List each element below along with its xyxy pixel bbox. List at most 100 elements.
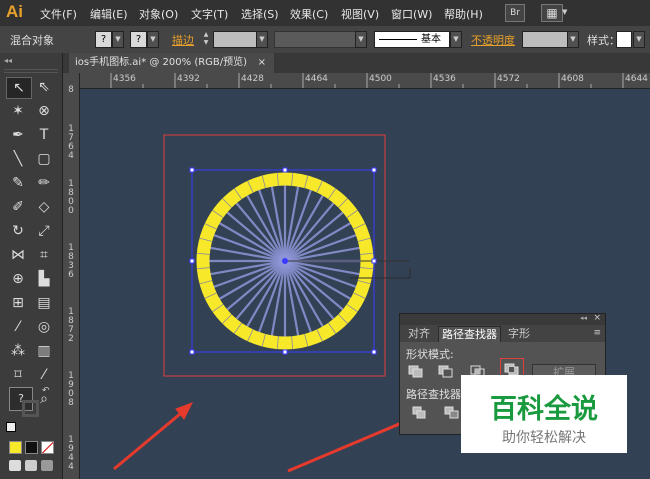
rounded-rectangle-tool-icon[interactable]: ▢ <box>32 149 56 169</box>
profile-dropdown[interactable]: ▼ <box>355 31 367 48</box>
red-arrow <box>113 402 194 471</box>
gradient-tool-icon[interactable]: ▤ <box>32 293 56 313</box>
ruler-tick: 1944 <box>68 435 74 472</box>
ruler-tick: 4644 <box>625 74 648 84</box>
document-title: ios手机图标.ai* @ 200% (RGB/预览) <box>75 57 248 68</box>
divide-icon[interactable] <box>412 406 428 420</box>
menu-object[interactable]: 对象(O) <box>139 6 178 22</box>
symbol-sprayer-tool-icon[interactable]: ⁂ <box>6 341 30 361</box>
slice-tool-icon[interactable]: ⁄ <box>32 365 56 385</box>
stroke-stepper[interactable]: ▲ ▼ <box>201 31 211 48</box>
center-point <box>282 258 288 264</box>
brush-dropdown[interactable]: ▼ <box>450 31 462 48</box>
object-type-label: 混合对象 <box>10 34 54 47</box>
shape-modes-label: 形状模式: <box>406 348 454 361</box>
panel-menu-icon[interactable]: ≡ <box>593 328 601 338</box>
free-transform-tool-icon[interactable]: ⌗ <box>32 245 56 265</box>
variable-width-profile[interactable] <box>274 31 356 48</box>
menu-file[interactable]: 文件(F) <box>40 6 77 22</box>
shape-builder-tool-icon[interactable]: ⊕ <box>6 269 30 289</box>
tools-panel: ◂◂ ↖ ⇖ ✶ ⊗ ✒ T ╲ ▢ ✎ ✏ ✐ ◇ ↻ ⤢ ⋈ ⌗ ⊕ ▙ ⊞… <box>0 53 63 479</box>
trim-icon[interactable] <box>444 406 460 420</box>
direct-selection-tool-icon[interactable]: ⇖ <box>32 77 56 97</box>
bridge-button[interactable]: Br <box>505 4 525 22</box>
blob-brush-tool-icon[interactable]: ✐ <box>6 197 30 217</box>
ruler-tick: 1800 <box>68 179 74 216</box>
eraser-tool-icon[interactable]: ◇ <box>32 197 56 217</box>
scale-tool-icon[interactable]: ⤢ <box>32 221 56 241</box>
none-mode-icon[interactable] <box>41 441 54 454</box>
ruler-tick: 4428 <box>241 74 264 84</box>
menu-select[interactable]: 选择(S) <box>241 6 279 22</box>
selection-tool-icon[interactable]: ↖ <box>6 77 32 99</box>
color-mode-icon[interactable] <box>9 441 22 454</box>
stroke-weight-dropdown[interactable]: ▼ <box>256 31 268 48</box>
artboard-tool-icon[interactable]: ⌑ <box>6 365 30 385</box>
collapse-icon[interactable]: ◂◂ <box>580 314 587 322</box>
arrange-documents-button[interactable]: ▦ <box>541 4 563 22</box>
tab-align[interactable]: 对齐 <box>408 326 430 341</box>
menu-effect[interactable]: 效果(C) <box>290 6 328 22</box>
gradient-mode-icon[interactable] <box>25 441 38 454</box>
close-tab-icon[interactable]: × <box>258 53 266 73</box>
menu-help[interactable]: 帮助(H) <box>444 6 483 22</box>
opacity-field[interactable] <box>522 31 568 48</box>
column-graph-tool-icon[interactable]: ▥ <box>32 341 56 361</box>
document-tab[interactable]: ios手机图标.ai* @ 200% (RGB/预览) × <box>69 53 274 73</box>
opacity-dropdown[interactable]: ▼ <box>567 31 579 48</box>
stroke-label[interactable]: 描边 <box>172 32 194 48</box>
tab-pathfinder[interactable]: 路径查找器 <box>438 326 501 342</box>
stroke-swatch[interactable]: ? <box>130 31 147 48</box>
opacity-label[interactable]: 不透明度 <box>471 32 515 48</box>
collapse-panel-icon[interactable]: ◂◂ <box>4 56 12 65</box>
pen-tool-icon[interactable]: ✒ <box>6 125 30 145</box>
pathfinders-label: 路径查找器: <box>406 388 465 401</box>
fill-swatch[interactable]: ? <box>95 31 112 48</box>
tab-glyphs[interactable]: 字形 <box>508 326 530 341</box>
eyedropper-tool-icon[interactable]: ⁄ <box>6 317 30 337</box>
ruler-tick: 8 <box>68 85 74 95</box>
menu-view[interactable]: 视图(V) <box>341 6 379 22</box>
lasso-tool-icon[interactable]: ⊗ <box>32 101 56 121</box>
menu-window[interactable]: 窗口(W) <box>391 6 432 22</box>
rotate-tool-icon[interactable]: ↻ <box>6 221 30 241</box>
minus-front-icon[interactable] <box>438 364 454 379</box>
menu-type[interactable]: 文字(T) <box>191 6 228 22</box>
graphic-style-dropdown[interactable]: ▼ <box>633 31 645 48</box>
mesh-tool-icon[interactable]: ⊞ <box>6 293 30 313</box>
stroke-weight-field[interactable] <box>213 31 257 48</box>
draw-normal-icon[interactable] <box>9 460 21 471</box>
type-tool-icon[interactable]: T <box>32 125 56 145</box>
width-tool-icon[interactable]: ⋈ <box>6 245 30 265</box>
draw-inside-icon[interactable] <box>41 460 53 471</box>
stroke-color-box[interactable] <box>22 400 39 417</box>
arrange-dropdown-icon[interactable]: ▼ <box>562 8 567 16</box>
watermark: 百科全说 助你轻松解决 <box>461 375 627 453</box>
vertical-ruler[interactable]: 8 1764 1800 1836 1872 1908 1944 <box>63 73 80 479</box>
fill-dropdown[interactable]: ▼ <box>112 31 124 48</box>
default-colors-icon[interactable] <box>6 422 16 432</box>
pencil-tool-icon[interactable]: ✏ <box>32 173 56 193</box>
stroke-dropdown[interactable]: ▼ <box>147 31 159 48</box>
draw-behind-icon[interactable] <box>25 460 37 471</box>
horizontal-ruler[interactable]: 4356 4392 4428 4464 4500 4536 4572 4608 … <box>79 73 650 89</box>
blend-tool-icon[interactable]: ◎ <box>32 317 56 337</box>
panel-header[interactable]: ◂◂ × <box>400 313 605 325</box>
paintbrush-tool-icon[interactable]: ✎ <box>6 173 30 193</box>
menu-bar: Ai 文件(F) 编辑(E) 对象(O) 文字(T) 选择(S) 效果(C) 视… <box>0 0 650 26</box>
ruler-tick: 4536 <box>433 74 456 84</box>
watermark-subtitle: 助你轻松解决 <box>502 430 586 446</box>
perspective-grid-tool-icon[interactable]: ▙ <box>32 269 56 289</box>
graphic-style-swatch[interactable] <box>616 31 632 48</box>
menu-edit[interactable]: 编辑(E) <box>90 6 128 22</box>
ruler-tick: 4392 <box>177 74 200 84</box>
ruler-tick: 4356 <box>113 74 136 84</box>
unite-icon[interactable] <box>408 364 424 379</box>
magic-wand-tool-icon[interactable]: ✶ <box>6 101 30 121</box>
line-segment-tool-icon[interactable]: ╲ <box>6 149 30 169</box>
close-panel-icon[interactable]: × <box>593 313 601 323</box>
ruler-tick: 4572 <box>497 74 520 84</box>
ruler-tick: 1872 <box>68 307 74 344</box>
swap-fill-stroke-icon[interactable]: ↶ <box>42 386 50 396</box>
brush-definition[interactable]: 基本 <box>374 31 450 48</box>
